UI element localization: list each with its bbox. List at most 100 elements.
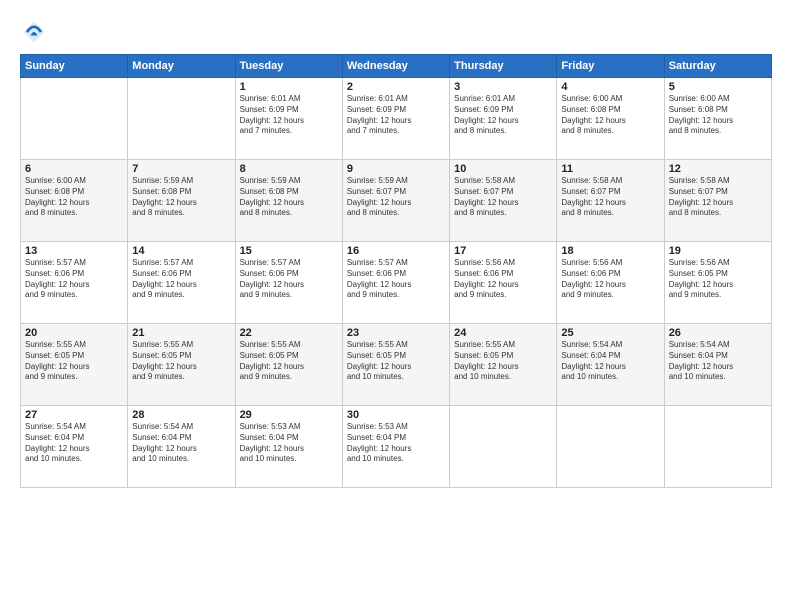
day-info: Sunrise: 5:58 AM Sunset: 6:07 PM Dayligh… bbox=[669, 176, 767, 219]
day-number: 24 bbox=[454, 327, 552, 339]
calendar-row: 20Sunrise: 5:55 AM Sunset: 6:05 PM Dayli… bbox=[21, 324, 772, 406]
day-number: 3 bbox=[454, 81, 552, 93]
calendar-cell: 18Sunrise: 5:56 AM Sunset: 6:06 PM Dayli… bbox=[557, 242, 664, 324]
calendar-cell: 30Sunrise: 5:53 AM Sunset: 6:04 PM Dayli… bbox=[342, 406, 449, 488]
calendar-cell: 14Sunrise: 5:57 AM Sunset: 6:06 PM Dayli… bbox=[128, 242, 235, 324]
day-info: Sunrise: 5:54 AM Sunset: 6:04 PM Dayligh… bbox=[132, 422, 230, 465]
calendar-cell: 19Sunrise: 5:56 AM Sunset: 6:05 PM Dayli… bbox=[664, 242, 771, 324]
day-number: 8 bbox=[240, 163, 338, 175]
calendar-cell: 29Sunrise: 5:53 AM Sunset: 6:04 PM Dayli… bbox=[235, 406, 342, 488]
day-info: Sunrise: 5:55 AM Sunset: 6:05 PM Dayligh… bbox=[347, 340, 445, 383]
calendar-row: 6Sunrise: 6:00 AM Sunset: 6:08 PM Daylig… bbox=[21, 160, 772, 242]
day-number: 7 bbox=[132, 163, 230, 175]
logo bbox=[20, 18, 52, 46]
calendar-cell: 10Sunrise: 5:58 AM Sunset: 6:07 PM Dayli… bbox=[450, 160, 557, 242]
calendar-cell bbox=[128, 78, 235, 160]
day-info: Sunrise: 5:55 AM Sunset: 6:05 PM Dayligh… bbox=[25, 340, 123, 383]
calendar-row: 27 Sunrise: 5:54 AM Sunset: 6:04 PM Dayli… bbox=[21, 406, 772, 488]
calendar-cell: 2Sunrise: 6:01 AM Sunset: 6:09 PM Daylig… bbox=[342, 78, 449, 160]
calendar-cell: 15Sunrise: 5:57 AM Sunset: 6:06 PM Dayli… bbox=[235, 242, 342, 324]
calendar-cell: 26Sunrise: 5:54 AM Sunset: 6:04 PM Dayli… bbox=[664, 324, 771, 406]
calendar-cell: 4Sunrise: 6:00 AM Sunset: 6:08 PM Daylig… bbox=[557, 78, 664, 160]
calendar-weekday: Monday bbox=[128, 55, 235, 78]
calendar-cell: 9Sunrise: 5:59 AM Sunset: 6:07 PM Daylig… bbox=[342, 160, 449, 242]
day-number: 6 bbox=[25, 163, 123, 175]
page-header bbox=[20, 18, 772, 46]
day-info: Sunrise: 5:57 AM Sunset: 6:06 PM Dayligh… bbox=[25, 258, 123, 301]
day-number: 2 bbox=[347, 81, 445, 93]
day-number: 4 bbox=[561, 81, 659, 93]
day-info: Sunrise: 5:56 AM Sunset: 6:05 PM Dayligh… bbox=[669, 258, 767, 301]
calendar-cell: 23Sunrise: 5:55 AM Sunset: 6:05 PM Dayli… bbox=[342, 324, 449, 406]
calendar-weekday: Tuesday bbox=[235, 55, 342, 78]
day-info: Sunrise: 5:56 AM Sunset: 6:06 PM Dayligh… bbox=[454, 258, 552, 301]
day-number: 17 bbox=[454, 245, 552, 257]
calendar-cell: 22Sunrise: 5:55 AM Sunset: 6:05 PM Dayli… bbox=[235, 324, 342, 406]
day-number: 20 bbox=[25, 327, 123, 339]
calendar-cell: 6Sunrise: 6:00 AM Sunset: 6:08 PM Daylig… bbox=[21, 160, 128, 242]
calendar-cell: 24Sunrise: 5:55 AM Sunset: 6:05 PM Dayli… bbox=[450, 324, 557, 406]
calendar-cell: 8Sunrise: 5:59 AM Sunset: 6:08 PM Daylig… bbox=[235, 160, 342, 242]
day-info: Sunrise: 5:57 AM Sunset: 6:06 PM Dayligh… bbox=[347, 258, 445, 301]
day-info: Sunrise: 5:58 AM Sunset: 6:07 PM Dayligh… bbox=[561, 176, 659, 219]
calendar-cell: 1Sunrise: 6:01 AM Sunset: 6:09 PM Daylig… bbox=[235, 78, 342, 160]
calendar-header-row: SundayMondayTuesdayWednesdayThursdayFrid… bbox=[21, 55, 772, 78]
day-info: Sunrise: 5:58 AM Sunset: 6:07 PM Dayligh… bbox=[454, 176, 552, 219]
day-number: 19 bbox=[669, 245, 767, 257]
day-number: 22 bbox=[240, 327, 338, 339]
day-info: Sunrise: 5:55 AM Sunset: 6:05 PM Dayligh… bbox=[454, 340, 552, 383]
calendar-cell bbox=[450, 406, 557, 488]
calendar-cell: 13Sunrise: 5:57 AM Sunset: 6:06 PM Dayli… bbox=[21, 242, 128, 324]
day-number: 30 bbox=[347, 409, 445, 421]
calendar-cell: 3Sunrise: 6:01 AM Sunset: 6:09 PM Daylig… bbox=[450, 78, 557, 160]
calendar-weekday: Friday bbox=[557, 55, 664, 78]
day-info: Sunrise: 6:00 AM Sunset: 6:08 PM Dayligh… bbox=[25, 176, 123, 219]
day-number: 15 bbox=[240, 245, 338, 257]
day-info: Sunrise: 6:01 AM Sunset: 6:09 PM Dayligh… bbox=[454, 94, 552, 137]
day-number: 26 bbox=[669, 327, 767, 339]
calendar-cell: 25Sunrise: 5:54 AM Sunset: 6:04 PM Dayli… bbox=[557, 324, 664, 406]
calendar-cell bbox=[21, 78, 128, 160]
day-info: Sunrise: 5:53 AM Sunset: 6:04 PM Dayligh… bbox=[347, 422, 445, 465]
day-number: 27 bbox=[25, 409, 123, 421]
day-info: Sunrise: 5:56 AM Sunset: 6:06 PM Dayligh… bbox=[561, 258, 659, 301]
day-info: Sunrise: 5:57 AM Sunset: 6:06 PM Dayligh… bbox=[132, 258, 230, 301]
calendar-cell: 5Sunrise: 6:00 AM Sunset: 6:08 PM Daylig… bbox=[664, 78, 771, 160]
day-info: Sunrise: 6:01 AM Sunset: 6:09 PM Dayligh… bbox=[347, 94, 445, 137]
calendar-weekday: Wednesday bbox=[342, 55, 449, 78]
calendar-cell: 27Sunrise: 5:54 AM Sunset: 6:04 PM Dayli… bbox=[21, 406, 128, 488]
day-info: Sunrise: 6:00 AM Sunset: 6:08 PM Dayligh… bbox=[669, 94, 767, 137]
day-number: 14 bbox=[132, 245, 230, 257]
day-number: 11 bbox=[561, 163, 659, 175]
day-info: Sunrise: 5:59 AM Sunset: 6:08 PM Dayligh… bbox=[240, 176, 338, 219]
day-info: Sunrise: 5:57 AM Sunset: 6:06 PM Dayligh… bbox=[240, 258, 338, 301]
calendar-cell: 20Sunrise: 5:55 AM Sunset: 6:05 PM Dayli… bbox=[21, 324, 128, 406]
day-info: Sunrise: 6:01 AM Sunset: 6:09 PM Dayligh… bbox=[240, 94, 338, 137]
day-info: Sunrise: 5:54 AM Sunset: 6:04 PM Dayligh… bbox=[669, 340, 767, 383]
calendar-cell: 16Sunrise: 5:57 AM Sunset: 6:06 PM Dayli… bbox=[342, 242, 449, 324]
calendar-weekday: Saturday bbox=[664, 55, 771, 78]
day-info: Sunrise: 5:59 AM Sunset: 6:08 PM Dayligh… bbox=[132, 176, 230, 219]
calendar-cell bbox=[557, 406, 664, 488]
day-number: 28 bbox=[132, 409, 230, 421]
calendar-cell: 7Sunrise: 5:59 AM Sunset: 6:08 PM Daylig… bbox=[128, 160, 235, 242]
day-number: 5 bbox=[669, 81, 767, 93]
day-info: Sunrise: 5:59 AM Sunset: 6:07 PM Dayligh… bbox=[347, 176, 445, 219]
day-number: 29 bbox=[240, 409, 338, 421]
day-number: 1 bbox=[240, 81, 338, 93]
day-info: Sunrise: 5:53 AM Sunset: 6:04 PM Dayligh… bbox=[240, 422, 338, 465]
day-number: 13 bbox=[25, 245, 123, 257]
day-info: Sunrise: 5:54 AM Sunset: 6:04 PM Dayligh… bbox=[561, 340, 659, 383]
day-number: 18 bbox=[561, 245, 659, 257]
day-number: 10 bbox=[454, 163, 552, 175]
day-info: Sunrise: 5:55 AM Sunset: 6:05 PM Dayligh… bbox=[132, 340, 230, 383]
day-number: 25 bbox=[561, 327, 659, 339]
day-info: Sunrise: 5:55 AM Sunset: 6:05 PM Dayligh… bbox=[240, 340, 338, 383]
calendar-weekday: Sunday bbox=[21, 55, 128, 78]
calendar-cell: 11Sunrise: 5:58 AM Sunset: 6:07 PM Dayli… bbox=[557, 160, 664, 242]
logo-icon bbox=[20, 18, 48, 46]
calendar-table: SundayMondayTuesdayWednesdayThursdayFrid… bbox=[20, 54, 772, 488]
day-number: 21 bbox=[132, 327, 230, 339]
calendar-cell: 12Sunrise: 5:58 AM Sunset: 6:07 PM Dayli… bbox=[664, 160, 771, 242]
calendar-cell bbox=[664, 406, 771, 488]
